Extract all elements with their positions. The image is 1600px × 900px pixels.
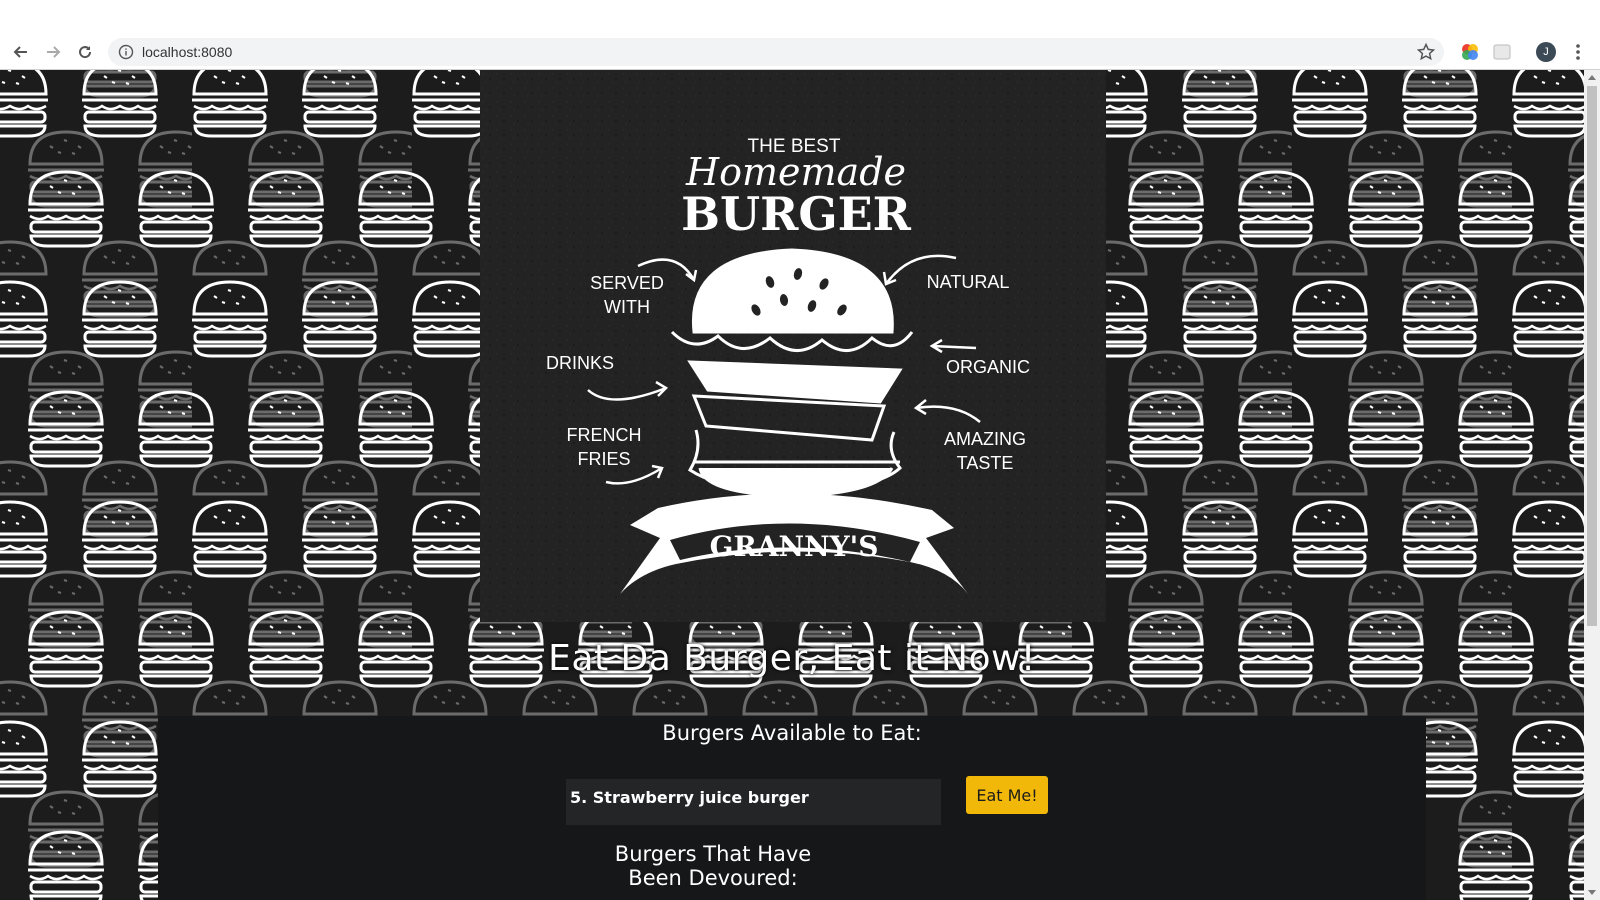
address-bar[interactable]: localhost:8080 — [108, 38, 1444, 66]
profile-avatar[interactable]: J — [1536, 42, 1556, 62]
poster-note-drinks: DRINKS — [546, 353, 614, 373]
browser-tab-strip — [0, 0, 1600, 35]
scrollbar-thumb[interactable] — [1587, 86, 1597, 626]
poster-note-amazing: AMAZING — [944, 429, 1026, 449]
eat-me-button[interactable]: Eat Me! — [966, 776, 1048, 814]
devoured-burgers-heading: Burgers That Have Been Devoured: — [614, 842, 812, 890]
burger-item-label: 5. Strawberry juice burger — [566, 779, 941, 825]
poster-title: BURGER — [681, 187, 912, 241]
poster-note-served: SERVED — [590, 273, 664, 293]
browser-toolbar: localhost:8080 J — [0, 34, 1600, 70]
poster-note-organic: ORGANIC — [946, 357, 1030, 377]
poster-banner-text: GRANNY'S — [710, 530, 879, 563]
address-url[interactable]: localhost:8080 — [142, 43, 232, 61]
extension-icon[interactable] — [1492, 42, 1512, 62]
poster-note-taste: TASTE — [957, 453, 1014, 473]
poster-note-with: WITH — [604, 297, 650, 317]
forward-arrow-icon[interactable] — [42, 41, 64, 63]
bookmark-star-icon[interactable] — [1416, 42, 1436, 62]
page-scrollbar[interactable] — [1584, 70, 1600, 900]
back-arrow-icon[interactable] — [10, 41, 32, 63]
poster-note-french: FRENCH — [567, 425, 642, 445]
available-burgers-heading: Burgers Available to Eat: — [662, 721, 922, 745]
info-icon[interactable] — [118, 44, 134, 60]
hero-poster: THE BEST Homemade BURGER SERVED WITH DRI… — [480, 70, 1106, 622]
page-slogan: Eat Da Burger, Eat it Now! — [548, 638, 1036, 679]
page-viewport: THE BEST Homemade BURGER SERVED WITH DRI… — [0, 70, 1584, 900]
poster-note-natural: NATURAL — [927, 272, 1010, 292]
browser-menu-icon[interactable] — [1568, 41, 1588, 63]
scroll-down-arrow-icon[interactable] — [1588, 888, 1596, 896]
poster-note-fries: FRIES — [577, 449, 630, 469]
burgers-panel: Burgers Available to Eat: 5. Strawberry … — [158, 716, 1426, 900]
color-extension-icon[interactable] — [1460, 42, 1480, 62]
reload-icon[interactable] — [74, 41, 96, 63]
scroll-up-arrow-icon[interactable] — [1588, 74, 1596, 82]
